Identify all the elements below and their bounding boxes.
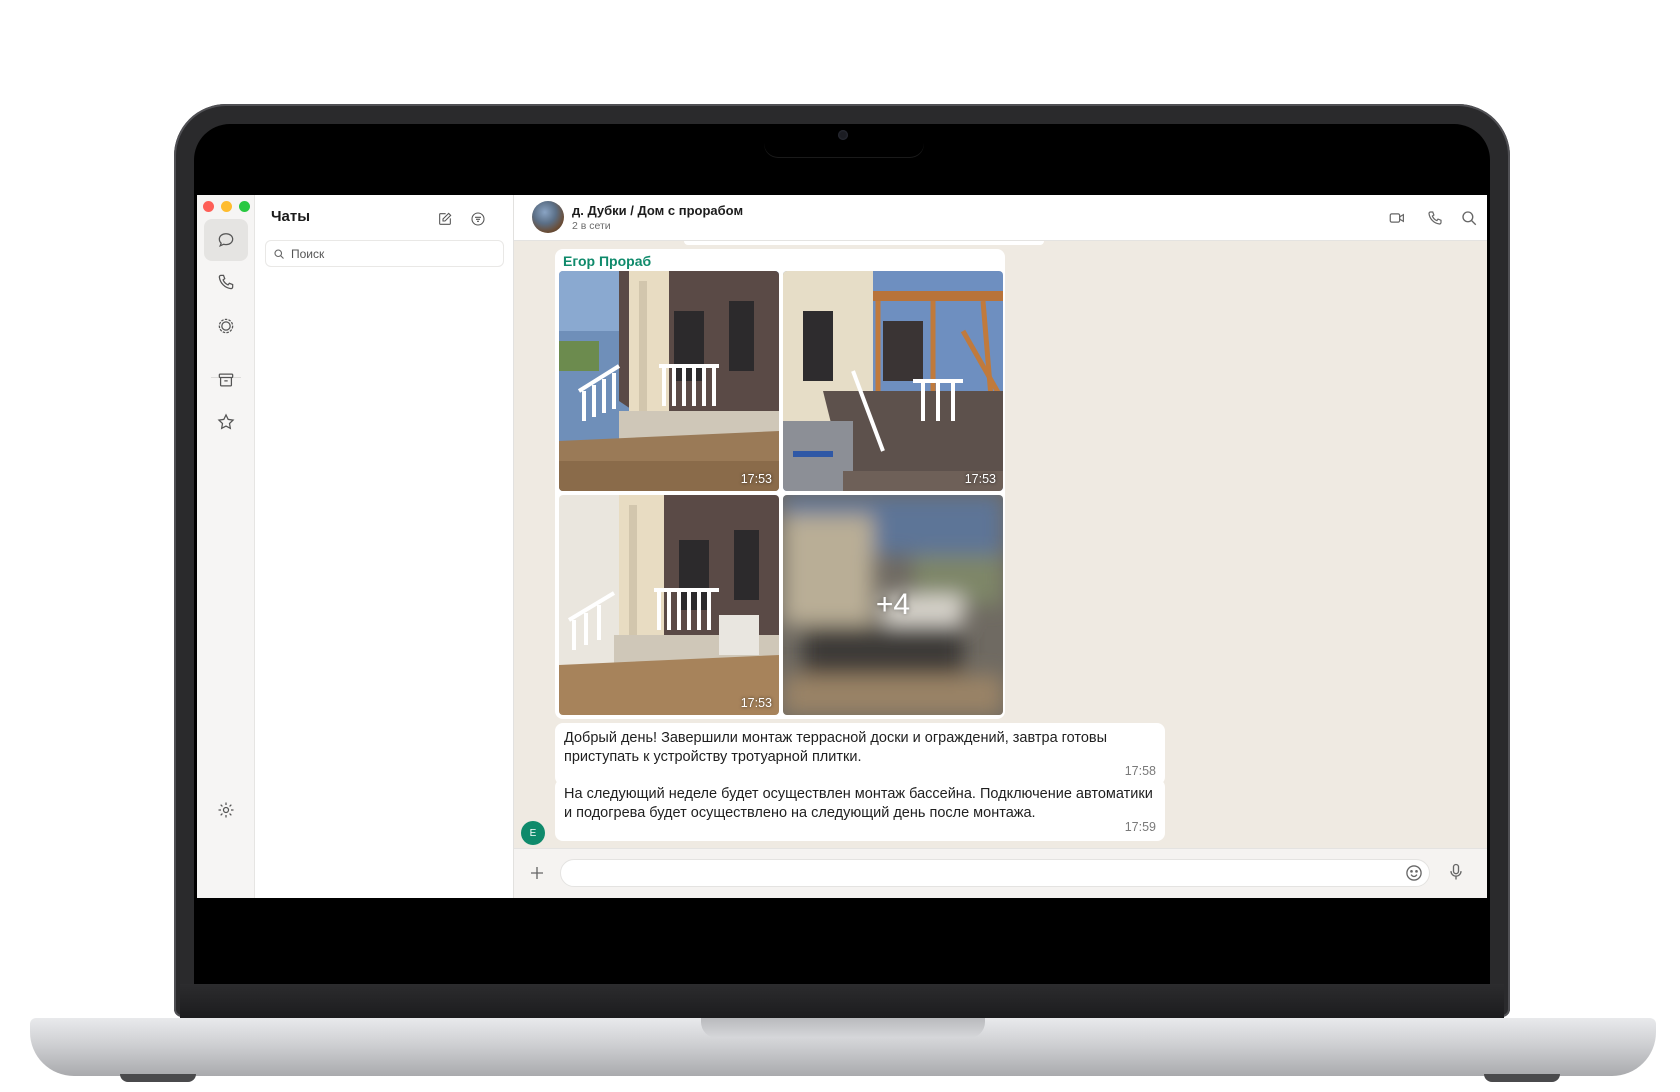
laptop-foot-right bbox=[1484, 1074, 1560, 1082]
porch-construction-photo bbox=[783, 271, 1003, 491]
message-text: На следующий неделе будет осуществлен мо… bbox=[564, 786, 1153, 821]
message-timestamp: 17:59 bbox=[1124, 820, 1156, 834]
voice-call-button[interactable] bbox=[1424, 207, 1446, 229]
porch-photo bbox=[559, 495, 779, 715]
camera-notch bbox=[764, 124, 924, 157]
chats-icon bbox=[218, 233, 234, 248]
chat-list-pane: Чаты bbox=[255, 195, 514, 898]
previous-message-edge bbox=[684, 241, 1044, 245]
settings-icon bbox=[218, 802, 234, 818]
archive-icon bbox=[218, 373, 234, 387]
filter-icon bbox=[471, 212, 485, 226]
laptop-hinge bbox=[180, 984, 1504, 1018]
laptop-base-notch bbox=[701, 1018, 985, 1038]
search-box[interactable] bbox=[265, 240, 504, 267]
album-photo[interactable]: 17:53 bbox=[559, 495, 779, 715]
message-bubble[interactable]: Добрый день! Завершили монтаж террасной … bbox=[555, 723, 1165, 785]
camera-icon bbox=[838, 130, 848, 140]
photo-timestamp: 17:53 bbox=[740, 696, 772, 710]
compose-icon bbox=[439, 212, 452, 225]
group-avatar[interactable] bbox=[532, 201, 564, 233]
chat-list-title: Чаты bbox=[271, 208, 311, 225]
album-more-photos[interactable]: +4 bbox=[783, 495, 1003, 715]
more-photos-count: +4 bbox=[875, 588, 911, 621]
rail-settings-button[interactable] bbox=[204, 789, 248, 831]
search-icon bbox=[274, 248, 284, 259]
conversation-header[interactable]: д. Дубки / Дом с прорабом 2 в сети bbox=[514, 195, 1487, 241]
close-window-button[interactable] bbox=[203, 201, 214, 212]
search-icon bbox=[1462, 211, 1477, 226]
video-camera-icon bbox=[1389, 213, 1404, 223]
calls-icon bbox=[218, 274, 234, 290]
voice-message-button[interactable] bbox=[1446, 861, 1466, 883]
search-input[interactable] bbox=[291, 246, 491, 261]
message-input[interactable] bbox=[573, 865, 1353, 880]
video-call-button[interactable] bbox=[1386, 207, 1408, 229]
conversation-pane: д. Дубки / Дом с прорабом 2 в сети Егор … bbox=[514, 195, 1487, 898]
album-photo[interactable]: 17:53 bbox=[559, 271, 779, 491]
album-photo[interactable]: 17:53 bbox=[783, 271, 1003, 491]
rail-chats-button[interactable] bbox=[204, 219, 248, 261]
rail-status-button[interactable] bbox=[204, 305, 248, 347]
porch-photo bbox=[559, 271, 779, 491]
laptop-foot-left bbox=[120, 1074, 196, 1082]
sender-avatar[interactable]: Е bbox=[521, 821, 545, 845]
message-input-field[interactable] bbox=[560, 859, 1430, 887]
emoji-icon bbox=[1406, 865, 1422, 881]
microphone-icon bbox=[1450, 863, 1462, 880]
phone-icon bbox=[1428, 211, 1442, 225]
sender-name: Егор Прораб bbox=[563, 253, 652, 269]
starred-icon bbox=[217, 413, 235, 430]
rail-archive-button[interactable] bbox=[204, 359, 248, 401]
message-bubble[interactable]: На следующий неделе будет осуществлен мо… bbox=[555, 779, 1165, 841]
message-list[interactable]: Егор Прораб 17:53 17:53 17:53 +4 Добрый … bbox=[514, 241, 1487, 848]
plus-icon bbox=[531, 867, 543, 879]
message-composer bbox=[514, 848, 1487, 898]
minimize-window-button[interactable] bbox=[221, 201, 232, 212]
attach-button[interactable] bbox=[526, 862, 548, 884]
chat-status: 2 в сети bbox=[572, 220, 611, 232]
new-chat-button[interactable] bbox=[435, 209, 455, 229]
zoom-window-button[interactable] bbox=[239, 201, 250, 212]
photo-timestamp: 17:53 bbox=[740, 472, 772, 486]
navigation-rail bbox=[197, 195, 255, 898]
filter-chats-button[interactable] bbox=[468, 209, 488, 229]
message-text: Добрый день! Завершили монтаж террасной … bbox=[564, 730, 1108, 765]
status-icon bbox=[218, 318, 234, 334]
photo-album-message[interactable]: Егор Прораб 17:53 17:53 17:53 +4 bbox=[555, 249, 1005, 719]
chat-name: д. Дубки / Дом с прорабом bbox=[572, 203, 744, 218]
search-in-chat-button[interactable] bbox=[1458, 207, 1480, 229]
rail-calls-button[interactable] bbox=[204, 261, 248, 303]
rail-starred-button[interactable] bbox=[204, 401, 248, 443]
app-window: Чаты д. Дубки / Дом с прорабом 2 в сети bbox=[197, 195, 1487, 898]
emoji-button[interactable] bbox=[1404, 863, 1424, 883]
photo-timestamp: 17:53 bbox=[964, 472, 996, 486]
